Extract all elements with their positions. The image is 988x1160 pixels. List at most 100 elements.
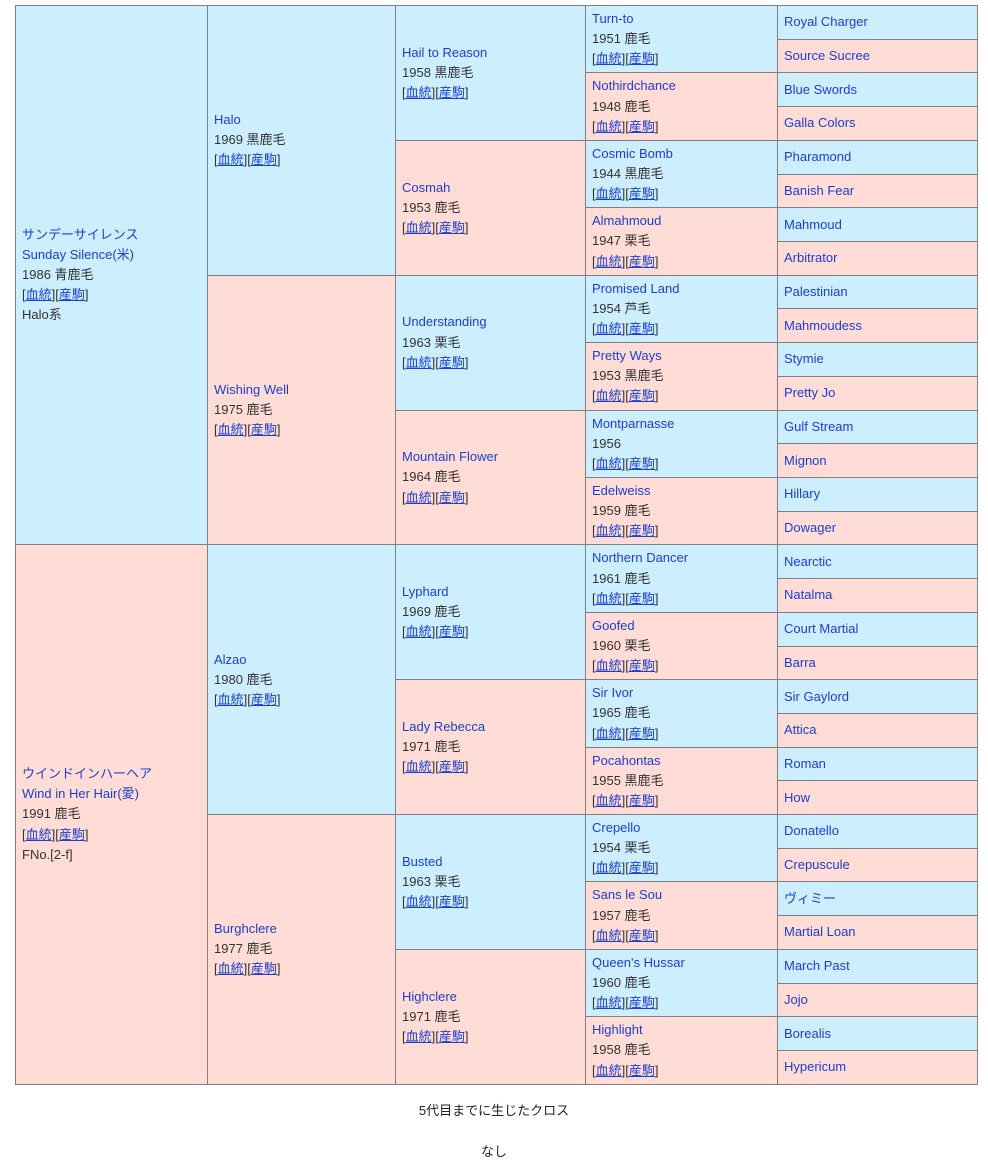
horse-name[interactable]: サンデーサイレンス [22, 225, 201, 245]
horse-name[interactable]: Pretty Jo [784, 383, 971, 403]
horse-name[interactable]: Galla Colors [784, 113, 971, 133]
pedigree-link[interactable]: 血統 [596, 388, 622, 403]
horse-name[interactable]: Borealis [784, 1024, 971, 1044]
horse-name[interactable]: Natalma [784, 585, 971, 605]
offspring-link[interactable]: 産駒 [439, 759, 465, 774]
horse-name[interactable]: Pharamond [784, 147, 971, 167]
horse-name[interactable]: Mahmoudess [784, 316, 971, 336]
pedigree-link[interactable]: 血統 [596, 321, 622, 336]
horse-name[interactable]: Almahmoud [592, 211, 771, 231]
horse-name[interactable]: Roman [784, 754, 971, 774]
horse-name[interactable]: Promised Land [592, 279, 771, 299]
horse-name[interactable]: Martial Loan [784, 922, 971, 942]
offspring-link[interactable]: 産駒 [251, 422, 277, 437]
offspring-link[interactable]: 産駒 [251, 152, 277, 167]
offspring-link[interactable]: 産駒 [439, 220, 465, 235]
horse-name[interactable]: Jojo [784, 990, 971, 1010]
pedigree-link[interactable]: 血統 [596, 119, 622, 134]
pedigree-link[interactable]: 血統 [406, 220, 432, 235]
horse-name[interactable]: Hillary [784, 484, 971, 504]
offspring-link[interactable]: 産駒 [629, 793, 655, 808]
offspring-link[interactable]: 産駒 [439, 1029, 465, 1044]
offspring-link[interactable]: 産駒 [251, 961, 277, 976]
offspring-link[interactable]: 産駒 [629, 51, 655, 66]
horse-name[interactable]: Burghclere [214, 919, 389, 939]
pedigree-link[interactable]: 血統 [596, 995, 622, 1010]
offspring-link[interactable]: 産駒 [629, 119, 655, 134]
pedigree-link[interactable]: 血統 [596, 793, 622, 808]
horse-name[interactable]: Cosmah [402, 178, 579, 198]
horse-name[interactable]: Arbitrator [784, 248, 971, 268]
pedigree-link[interactable]: 血統 [596, 928, 622, 943]
horse-name[interactable]: Hail to Reason [402, 43, 579, 63]
pedigree-link[interactable]: 血統 [26, 287, 52, 302]
horse-name[interactable]: March Past [784, 956, 971, 976]
horse-name[interactable]: Lyphard [402, 582, 579, 602]
horse-name[interactable]: Busted [402, 852, 579, 872]
pedigree-link[interactable]: 血統 [218, 961, 244, 976]
offspring-link[interactable]: 産駒 [629, 1063, 655, 1078]
offspring-link[interactable]: 産駒 [59, 287, 85, 302]
horse-name[interactable]: Palestinian [784, 282, 971, 302]
horse-name[interactable]: ウインドインハーヘア [22, 764, 201, 784]
pedigree-link[interactable]: 血統 [406, 355, 432, 370]
horse-name[interactable]: Pocahontas [592, 751, 771, 771]
horse-name[interactable]: Sans le Sou [592, 885, 771, 905]
pedigree-link[interactable]: 血統 [406, 759, 432, 774]
horse-name[interactable]: Source Sucree [784, 46, 971, 66]
offspring-link[interactable]: 産駒 [629, 186, 655, 201]
horse-name[interactable]: Mountain Flower [402, 447, 579, 467]
pedigree-link[interactable]: 血統 [596, 591, 622, 606]
pedigree-link[interactable]: 血統 [406, 894, 432, 909]
horse-name[interactable]: Mignon [784, 451, 971, 471]
offspring-link[interactable]: 産駒 [629, 388, 655, 403]
horse-name[interactable]: Nearctic [784, 552, 971, 572]
pedigree-link[interactable]: 血統 [596, 1063, 622, 1078]
pedigree-link[interactable]: 血統 [218, 422, 244, 437]
horse-name[interactable]: Attica [784, 720, 971, 740]
pedigree-link[interactable]: 血統 [596, 523, 622, 538]
horse-name[interactable]: Northern Dancer [592, 548, 771, 568]
horse-name[interactable]: Highclere [402, 987, 579, 1007]
horse-name[interactable]: Turn-to [592, 9, 771, 29]
horse-name[interactable]: Hypericum [784, 1057, 971, 1077]
horse-name[interactable]: Alzao [214, 650, 389, 670]
horse-name[interactable]: Crepuscule [784, 855, 971, 875]
horse-name[interactable]: Royal Charger [784, 12, 971, 32]
horse-name[interactable]: Lady Rebecca [402, 717, 579, 737]
offspring-link[interactable]: 産駒 [629, 321, 655, 336]
horse-name[interactable]: Edelweiss [592, 481, 771, 501]
offspring-link[interactable]: 産駒 [439, 490, 465, 505]
pedigree-link[interactable]: 血統 [596, 51, 622, 66]
pedigree-link[interactable]: 血統 [406, 624, 432, 639]
horse-name[interactable]: Montparnasse [592, 414, 771, 434]
horse-name[interactable]: Sir Ivor [592, 683, 771, 703]
pedigree-link[interactable]: 血統 [596, 726, 622, 741]
pedigree-link[interactable]: 血統 [218, 692, 244, 707]
horse-name[interactable]: Gulf Stream [784, 417, 971, 437]
pedigree-link[interactable]: 血統 [26, 827, 52, 842]
horse-name[interactable]: Stymie [784, 349, 971, 369]
offspring-link[interactable]: 産駒 [439, 85, 465, 100]
horse-name[interactable]: ヴィミー [784, 889, 971, 909]
horse-name[interactable]: Banish Fear [784, 181, 971, 201]
offspring-link[interactable]: 産駒 [629, 254, 655, 269]
horse-name[interactable]: Donatello [784, 821, 971, 841]
horse-name[interactable]: Blue Swords [784, 80, 971, 100]
horse-name[interactable]: Dowager [784, 518, 971, 538]
pedigree-link[interactable]: 血統 [596, 254, 622, 269]
offspring-link[interactable]: 産駒 [629, 591, 655, 606]
offspring-link[interactable]: 産駒 [439, 624, 465, 639]
offspring-link[interactable]: 産駒 [629, 456, 655, 471]
offspring-link[interactable]: 産駒 [629, 995, 655, 1010]
horse-name[interactable]: Wishing Well [214, 380, 389, 400]
offspring-link[interactable]: 産駒 [59, 827, 85, 842]
offspring-link[interactable]: 産駒 [439, 355, 465, 370]
pedigree-link[interactable]: 血統 [406, 85, 432, 100]
horse-name[interactable]: How [784, 788, 971, 808]
horse-name[interactable]: Mahmoud [784, 215, 971, 235]
horse-name[interactable]: Nothirdchance [592, 76, 771, 96]
offspring-link[interactable]: 産駒 [629, 726, 655, 741]
pedigree-link[interactable]: 血統 [596, 186, 622, 201]
horse-name[interactable]: Highlight [592, 1020, 771, 1040]
